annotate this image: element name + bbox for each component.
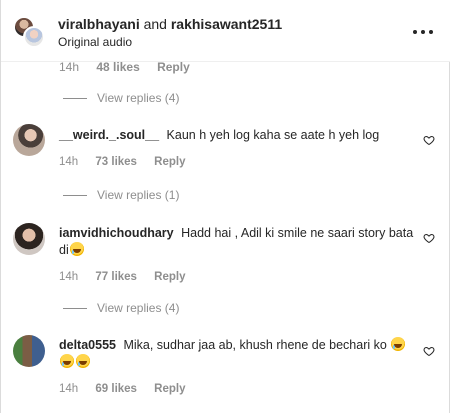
reply-button[interactable]: Reply — [154, 271, 185, 283]
author-link[interactable]: rakhisawant2511 — [171, 16, 282, 32]
heart-outline-icon[interactable] — [423, 232, 435, 244]
post-header: viralbhayani and rakhisawant2511 Origina… — [1, 0, 450, 62]
grinning-sweat-emoji — [69, 242, 84, 256]
comment-username[interactable]: delta0555 — [59, 338, 116, 352]
post-authors: viralbhayani and rakhisawant2511 — [58, 16, 282, 32]
more-horizontal-icon[interactable] — [413, 22, 433, 42]
comment-time: 14h — [59, 383, 79, 395]
likes-count[interactable]: 77 likes — [95, 271, 137, 283]
comment-meta: 14h 77 likes Reply — [59, 271, 186, 283]
comment-text: __weird._.soul__ Kaun h yeh log kaha se … — [59, 127, 416, 144]
divider — [63, 307, 87, 309]
likes-count[interactable]: 73 likes — [95, 156, 137, 168]
reply-button[interactable]: Reply — [154, 383, 185, 395]
comment-username[interactable]: __weird._.soul__ — [59, 128, 159, 142]
view-replies-button[interactable]: View replies (4) — [63, 301, 179, 315]
audio-link[interactable]: Original audio — [58, 35, 132, 49]
comment-text: delta0555 Mika, sudhar jaa ab, khush rhe… — [59, 337, 416, 371]
comment-meta: 14h 69 likes Reply — [59, 383, 186, 395]
divider — [63, 97, 87, 99]
collab-avatars[interactable] — [13, 16, 45, 48]
comment-time: 14h — [59, 271, 79, 283]
view-replies-label: View replies (4) — [97, 301, 180, 315]
view-replies-label: View replies (1) — [97, 188, 180, 202]
divider — [63, 194, 87, 196]
comment-time: 14h — [59, 156, 79, 168]
likes-count[interactable]: 48 likes — [96, 60, 139, 74]
view-replies-button[interactable]: View replies (1) — [63, 188, 179, 202]
reply-button[interactable]: Reply — [154, 156, 185, 168]
grinning-sweat-emoji — [391, 337, 406, 351]
view-replies-label: View replies (4) — [97, 91, 180, 105]
author-link[interactable]: viralbhayani — [58, 16, 140, 32]
heart-outline-icon[interactable] — [423, 345, 435, 357]
comment-time: 14h — [59, 60, 80, 74]
reply-button[interactable]: Reply — [157, 60, 190, 74]
grinning-sweat-emoji — [60, 354, 74, 368]
comment-meta: 14h 73 likes Reply — [59, 156, 186, 168]
author-joiner: and — [143, 16, 167, 32]
avatar[interactable] — [13, 124, 45, 156]
avatar[interactable] — [13, 223, 45, 255]
comments-panel: viralbhayani and rakhisawant2511 Origina… — [0, 0, 450, 413]
comment-content: Mika, sudhar jaa ab, khush rhene de bech… — [123, 338, 387, 352]
comment-content: Kaun h yeh log kaha se aate h yeh log — [166, 128, 380, 142]
view-replies-button[interactable]: View replies (4) — [63, 91, 179, 105]
comment-username[interactable]: iamvidhichoudhary — [59, 226, 174, 240]
avatar[interactable] — [13, 335, 45, 367]
avatar — [23, 26, 45, 48]
grinning-sweat-emoji — [76, 354, 90, 368]
heart-outline-icon[interactable] — [423, 134, 435, 146]
comment-text: iamvidhichoudhary Hadd hai , Adil ki smi… — [59, 225, 416, 259]
likes-count[interactable]: 69 likes — [95, 383, 137, 395]
comment-meta: 14h 48 likes Reply — [59, 60, 204, 74]
